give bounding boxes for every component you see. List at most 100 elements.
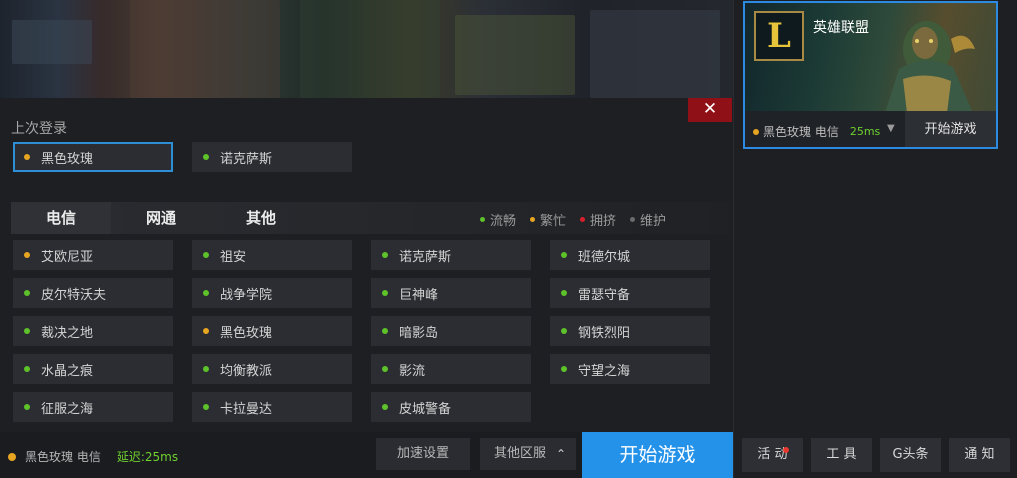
notification-badge [783,447,789,453]
start-game-button[interactable]: 开始游戏 [582,432,733,478]
server-name: 黑色玫瑰 [220,325,273,341]
card-latency: 25ms [849,125,881,138]
close-button[interactable]: ✕ [688,98,732,122]
tool-label: G头条 [892,447,929,462]
tool-buttons: 活 动 工 具 G头条 通 知 [742,438,1010,472]
champion-art-icon [885,21,975,113]
server-item[interactable]: 班德尔城 [550,240,710,270]
status-dot-icon [24,252,30,258]
server-item[interactable]: 裁决之地 [13,316,173,346]
legend-item: 流畅 [480,210,516,229]
server-name: 均衡教派 [220,363,273,379]
server-item[interactable]: 诺克萨斯 [371,240,531,270]
status-dot-icon [203,366,209,372]
banner-tile [300,0,440,98]
server-name: 卡拉曼达 [220,401,273,417]
server-item[interactable]: 祖安 [192,240,352,270]
accel-settings-button[interactable]: 加速设置 [376,438,470,470]
server-item[interactable]: 艾欧尼亚 [13,240,173,270]
game-logo-icon: L [754,11,804,61]
server-name: 影流 [399,363,426,379]
server-item[interactable]: 卡拉曼达 [192,392,352,422]
server-name: 水晶之痕 [41,363,94,379]
server-name: 黑色玫瑰 [41,151,94,167]
server-name: 诺克萨斯 [220,151,273,167]
server-name: 征服之海 [41,401,94,417]
status-dot-icon [561,366,567,372]
status-dot-icon [530,217,536,222]
status-dot-icon [203,154,209,160]
chevron-up-icon[interactable]: ⌃ [556,447,570,461]
server-item[interactable]: 战争学院 [192,278,352,308]
legend-label: 繁忙 [540,214,567,229]
server-name: 祖安 [220,249,247,265]
server-item[interactable]: 影流 [371,354,531,384]
server-name: 班德尔城 [578,249,631,265]
server-name: 诺克萨斯 [399,249,452,265]
activity-button[interactable]: 活 动 [742,438,803,472]
server-item[interactable]: 守望之海 [550,354,710,384]
server-item[interactable]: 征服之海 [13,392,173,422]
server-item[interactable]: 水晶之痕 [13,354,173,384]
server-name: 雷瑟守备 [578,287,631,303]
tools-button[interactable]: 工 具 [811,438,872,472]
legend-item: 繁忙 [530,210,566,229]
legend-item: 拥挤 [580,210,616,229]
legend-label: 拥挤 [590,214,617,229]
server-item[interactable]: 皮城警备 [371,392,531,422]
status-dot-icon [24,328,30,334]
status-dot-icon [561,290,567,296]
server-item[interactable]: 暗影岛 [371,316,531,346]
tab-netcom[interactable]: 网通 [111,202,211,234]
last-login-server[interactable]: 黑色玫瑰 [13,142,173,172]
game-title: 英雄联盟 [813,20,869,36]
server-name: 艾欧尼亚 [41,249,94,265]
logo-letter: L [767,16,791,56]
server-name: 守望之海 [578,363,631,379]
status-dot-icon [382,328,388,334]
game-card-footer: 黑色玫瑰 电信 25ms ▼ 开始游戏 [745,111,996,147]
server-item[interactable]: 皮尔特沃夫 [13,278,173,308]
background-banner [0,0,733,98]
server-item[interactable]: 雷瑟守备 [550,278,710,308]
g-headlines-button[interactable]: G头条 [880,438,941,472]
server-item[interactable]: 均衡教派 [192,354,352,384]
status-legend: 流畅 繁忙 拥挤 维护 [480,210,666,229]
status-dot-icon [24,154,30,160]
status-dot-icon [203,404,209,410]
tab-other[interactable]: 其他 [211,202,311,234]
legend-item: 维护 [630,210,666,229]
chevron-down-icon[interactable]: ▼ [887,123,895,134]
notifications-button[interactable]: 通 知 [949,438,1010,472]
server-name: 战争学院 [220,287,273,303]
card-server-status: 黑色玫瑰 电信 25ms [753,123,880,140]
status-dot-icon [24,290,30,296]
status-dot-icon [382,290,388,296]
server-item[interactable]: 黑色玫瑰 [192,316,352,346]
current-server: 黑色玫瑰 电信 [25,450,101,464]
legend-label: 流畅 [490,214,517,229]
card-start-button[interactable]: 开始游戏 [905,111,996,147]
game-card[interactable]: L 英雄联盟 黑色玫瑰 电信 25ms ▼ 开始游戏 [743,1,998,149]
status-dot-icon [8,452,16,461]
tab-telecom[interactable]: 电信 [11,202,111,234]
legend-label: 维护 [640,214,667,229]
last-login-list: 黑色玫瑰 诺克萨斯 [13,142,352,172]
status-dot-icon [561,252,567,258]
last-login-title: 上次登录 [11,121,67,137]
status-dot-icon [382,366,388,372]
right-panel: L 英雄联盟 黑色玫瑰 电信 25ms ▼ 开始游戏 活 动 工 具 G头条 通… [733,0,1017,478]
status-dot-icon [24,366,30,372]
status-dot-icon [203,252,209,258]
bottom-bar: 黑色玫瑰 电信 延迟:25ms 加速设置 其他区服 ⌃ 开始游戏 [0,432,733,478]
last-login-server[interactable]: 诺克萨斯 [192,142,352,172]
server-item[interactable]: 钢铁烈阳 [550,316,710,346]
status-dot-icon [561,328,567,334]
status-dot-icon [630,217,636,222]
server-select-popup: ✕ 上次登录 黑色玫瑰 诺克萨斯 电信 网通 其他 流畅 繁忙 拥挤 维护 艾欧… [0,98,733,432]
banner-tile [455,15,575,95]
status-dot-icon [753,128,759,135]
card-server: 黑色玫瑰 电信 [763,125,839,139]
server-name: 皮尔特沃夫 [41,287,107,303]
server-item[interactable]: 巨神峰 [371,278,531,308]
